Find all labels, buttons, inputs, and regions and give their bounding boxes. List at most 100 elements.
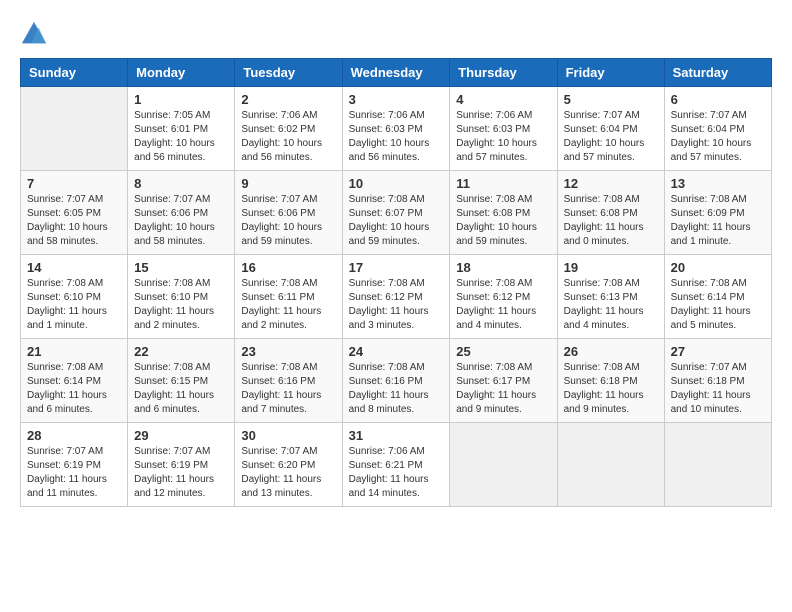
day-info: Sunrise: 7:08 AM Sunset: 6:12 PM Dayligh… — [456, 277, 550, 333]
calendar-cell: 2 Sunrise: 7:06 AM Sunset: 6:02 PM Daylig… — [235, 87, 342, 171]
calendar-cell — [664, 423, 771, 507]
day-number: 20 — [671, 260, 765, 275]
day-number: 10 — [349, 176, 444, 191]
day-number: 31 — [349, 428, 444, 443]
day-info: Sunrise: 7:08 AM Sunset: 6:18 PM Dayligh… — [564, 361, 658, 417]
day-number: 5 — [564, 92, 658, 107]
calendar-cell — [450, 423, 557, 507]
day-info: Sunrise: 7:08 AM Sunset: 6:12 PM Dayligh… — [349, 277, 444, 333]
calendar-cell: 24Sunrise: 7:08 AM Sunset: 6:16 PM Dayli… — [342, 339, 450, 423]
calendar-cell — [557, 423, 664, 507]
day-info: Sunrise: 7:07 AM Sunset: 6:19 PM Dayligh… — [134, 445, 228, 501]
calendar-cell: 31 Sunrise: 7:06 AM Sunset: 6:21 PM Dayli… — [342, 423, 450, 507]
day-info: Sunrise: 7:08 AM Sunset: 6:08 PM Dayligh… — [564, 193, 658, 249]
calendar-cell: 22 Sunrise: 7:08 AM Sunset: 6:15 PM Dayli… — [128, 339, 235, 423]
calendar-cell: 17 Sunrise: 7:08 AM Sunset: 6:12 PM Dayli… — [342, 255, 450, 339]
day-info: Sunrise: 7:07 AM Sunset: 6:04 PM Dayligh… — [671, 109, 765, 165]
calendar-cell — [21, 87, 128, 171]
calendar-table: SundayMondayTuesdayWednesdayThursdayFrid… — [20, 58, 772, 507]
calendar-cell: 29 Sunrise: 7:07 AM Sunset: 6:19 PM Dayli… — [128, 423, 235, 507]
day-info: Sunrise: 7:07 AM Sunset: 6:20 PM Dayligh… — [241, 445, 335, 501]
day-number: 12 — [564, 176, 658, 191]
day-number: 29 — [134, 428, 228, 443]
calendar-cell: 23Sunrise: 7:08 AM Sunset: 6:16 PM Dayli… — [235, 339, 342, 423]
day-number: 27 — [671, 344, 765, 359]
day-number: 30 — [241, 428, 335, 443]
calendar-cell: 25 Sunrise: 7:08 AM Sunset: 6:17 PM Dayli… — [450, 339, 557, 423]
day-number: 22 — [134, 344, 228, 359]
day-info: Sunrise: 7:06 AM Sunset: 6:21 PM Dayligh… — [349, 445, 444, 501]
day-info: Sunrise: 7:08 AM Sunset: 6:15 PM Dayligh… — [134, 361, 228, 417]
day-number: 26 — [564, 344, 658, 359]
day-number: 19 — [564, 260, 658, 275]
day-info: Sunrise: 7:07 AM Sunset: 6:19 PM Dayligh… — [27, 445, 121, 501]
day-info: Sunrise: 7:08 AM Sunset: 6:14 PM Dayligh… — [671, 277, 765, 333]
calendar-cell: 13Sunrise: 7:08 AM Sunset: 6:09 PM Dayli… — [664, 171, 771, 255]
day-info: Sunrise: 7:08 AM Sunset: 6:17 PM Dayligh… — [456, 361, 550, 417]
day-number: 2 — [241, 92, 335, 107]
day-info: Sunrise: 7:08 AM Sunset: 6:16 PM Dayligh… — [349, 361, 444, 417]
calendar-cell: 8 Sunrise: 7:07 AM Sunset: 6:06 PM Daylig… — [128, 171, 235, 255]
day-number: 1 — [134, 92, 228, 107]
logo-icon — [20, 20, 48, 48]
calendar-week-row: 1 Sunrise: 7:05 AM Sunset: 6:01 PM Daylig… — [21, 87, 772, 171]
weekday-header: Tuesday — [235, 59, 342, 87]
weekday-header: Friday — [557, 59, 664, 87]
day-info: Sunrise: 7:08 AM Sunset: 6:07 PM Dayligh… — [349, 193, 444, 249]
weekday-header: Thursday — [450, 59, 557, 87]
calendar-week-row: 7Sunrise: 7:07 AM Sunset: 6:05 PM Daylig… — [21, 171, 772, 255]
page-header — [20, 20, 772, 48]
calendar-cell: 6Sunrise: 7:07 AM Sunset: 6:04 PM Daylig… — [664, 87, 771, 171]
day-info: Sunrise: 7:08 AM Sunset: 6:11 PM Dayligh… — [241, 277, 335, 333]
day-number: 18 — [456, 260, 550, 275]
day-number: 9 — [241, 176, 335, 191]
weekday-header-row: SundayMondayTuesdayWednesdayThursdayFrid… — [21, 59, 772, 87]
calendar-cell: 7Sunrise: 7:07 AM Sunset: 6:05 PM Daylig… — [21, 171, 128, 255]
day-info: Sunrise: 7:08 AM Sunset: 6:14 PM Dayligh… — [27, 361, 121, 417]
calendar-cell: 28 Sunrise: 7:07 AM Sunset: 6:19 PM Dayli… — [21, 423, 128, 507]
day-number: 16 — [241, 260, 335, 275]
day-number: 3 — [349, 92, 444, 107]
day-info: Sunrise: 7:08 AM Sunset: 6:16 PM Dayligh… — [241, 361, 335, 417]
day-info: Sunrise: 7:07 AM Sunset: 6:06 PM Dayligh… — [134, 193, 228, 249]
calendar-cell: 16 Sunrise: 7:08 AM Sunset: 6:11 PM Dayli… — [235, 255, 342, 339]
day-number: 25 — [456, 344, 550, 359]
calendar-cell: 5 Sunrise: 7:07 AM Sunset: 6:04 PM Daylig… — [557, 87, 664, 171]
day-info: Sunrise: 7:05 AM Sunset: 6:01 PM Dayligh… — [134, 109, 228, 165]
day-info: Sunrise: 7:06 AM Sunset: 6:03 PM Dayligh… — [349, 109, 444, 165]
day-info: Sunrise: 7:08 AM Sunset: 6:13 PM Dayligh… — [564, 277, 658, 333]
calendar-cell: 1 Sunrise: 7:05 AM Sunset: 6:01 PM Daylig… — [128, 87, 235, 171]
calendar-cell: 14Sunrise: 7:08 AM Sunset: 6:10 PM Dayli… — [21, 255, 128, 339]
day-info: Sunrise: 7:08 AM Sunset: 6:08 PM Dayligh… — [456, 193, 550, 249]
calendar-cell: 27Sunrise: 7:07 AM Sunset: 6:18 PM Dayli… — [664, 339, 771, 423]
day-info: Sunrise: 7:08 AM Sunset: 6:09 PM Dayligh… — [671, 193, 765, 249]
calendar-cell: 3 Sunrise: 7:06 AM Sunset: 6:03 PM Daylig… — [342, 87, 450, 171]
day-info: Sunrise: 7:06 AM Sunset: 6:03 PM Dayligh… — [456, 109, 550, 165]
day-info: Sunrise: 7:07 AM Sunset: 6:04 PM Dayligh… — [564, 109, 658, 165]
calendar-cell: 15 Sunrise: 7:08 AM Sunset: 6:10 PM Dayli… — [128, 255, 235, 339]
calendar-cell: 30 Sunrise: 7:07 AM Sunset: 6:20 PM Dayli… — [235, 423, 342, 507]
calendar-week-row: 28 Sunrise: 7:07 AM Sunset: 6:19 PM Dayli… — [21, 423, 772, 507]
weekday-header: Saturday — [664, 59, 771, 87]
calendar-cell: 20 Sunrise: 7:08 AM Sunset: 6:14 PM Dayli… — [664, 255, 771, 339]
calendar-cell: 9Sunrise: 7:07 AM Sunset: 6:06 PM Daylig… — [235, 171, 342, 255]
calendar-week-row: 14Sunrise: 7:08 AM Sunset: 6:10 PM Dayli… — [21, 255, 772, 339]
weekday-header: Sunday — [21, 59, 128, 87]
day-number: 4 — [456, 92, 550, 107]
logo — [20, 20, 52, 48]
day-number: 21 — [27, 344, 121, 359]
calendar-cell: 18 Sunrise: 7:08 AM Sunset: 6:12 PM Dayli… — [450, 255, 557, 339]
day-number: 8 — [134, 176, 228, 191]
calendar-cell: 10 Sunrise: 7:08 AM Sunset: 6:07 PM Dayli… — [342, 171, 450, 255]
day-number: 17 — [349, 260, 444, 275]
calendar-cell: 11 Sunrise: 7:08 AM Sunset: 6:08 PM Dayli… — [450, 171, 557, 255]
day-info: Sunrise: 7:08 AM Sunset: 6:10 PM Dayligh… — [134, 277, 228, 333]
calendar-cell: 12 Sunrise: 7:08 AM Sunset: 6:08 PM Dayli… — [557, 171, 664, 255]
day-number: 11 — [456, 176, 550, 191]
calendar-cell: 21 Sunrise: 7:08 AM Sunset: 6:14 PM Dayli… — [21, 339, 128, 423]
day-info: Sunrise: 7:08 AM Sunset: 6:10 PM Dayligh… — [27, 277, 121, 333]
day-info: Sunrise: 7:06 AM Sunset: 6:02 PM Dayligh… — [241, 109, 335, 165]
day-number: 28 — [27, 428, 121, 443]
weekday-header: Wednesday — [342, 59, 450, 87]
day-number: 15 — [134, 260, 228, 275]
